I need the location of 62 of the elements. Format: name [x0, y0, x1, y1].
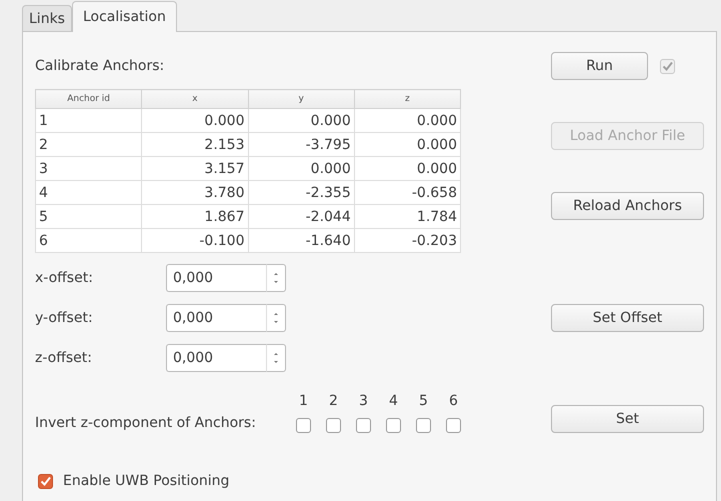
reload-anchors-button[interactable]: Reload Anchors: [551, 192, 704, 220]
table-cell: 0.000: [354, 132, 460, 156]
run-button[interactable]: Run: [551, 52, 648, 80]
table-cell: -2.044: [248, 204, 354, 228]
number-field[interactable]: 0,000: [166, 264, 267, 292]
column-header: y: [248, 90, 354, 108]
column-header: z: [354, 90, 460, 108]
table-cell: 3.157: [142, 156, 248, 180]
table-cell: 6: [36, 228, 142, 252]
table-cell: 1: [36, 108, 142, 132]
table-cell: -0.100: [142, 228, 248, 252]
checkbox[interactable]: [38, 474, 53, 488]
set-button[interactable]: Set: [551, 405, 704, 433]
number-field[interactable]: 0,000: [166, 344, 267, 372]
tab[interactable]: Links: [22, 5, 72, 31]
set-offset-button[interactable]: Set Offset: [551, 304, 704, 332]
table-cell: -0.203: [354, 228, 460, 252]
anchor-number: 5: [419, 393, 428, 409]
table-cell: -2.355: [248, 180, 354, 204]
table-cell: -3.795: [248, 132, 354, 156]
field-label: y-offset:: [35, 310, 94, 326]
tab[interactable]: Localisation: [72, 1, 177, 32]
field-label: z-offset:: [35, 350, 93, 366]
checkbox[interactable]: [356, 418, 371, 433]
spin-buttons[interactable]: [267, 304, 286, 332]
spin-arrows-icon[interactable]: [272, 271, 280, 285]
anchor-number: 3: [359, 393, 368, 409]
table-cell: 2.153: [142, 132, 248, 156]
checkbox[interactable]: [386, 418, 401, 433]
table-cell: 2: [36, 132, 142, 156]
table-cell: 4: [36, 180, 142, 204]
table-cell: -1.640: [248, 228, 354, 252]
section-label: Calibrate Anchors:: [35, 58, 164, 74]
column-header: Anchor id: [36, 90, 142, 108]
checkbox-label: Enable UWB Positioning: [63, 473, 230, 489]
spin-buttons[interactable]: [267, 264, 286, 292]
table-cell: 1.784: [354, 204, 460, 228]
field-label: Invert z-component of Anchors:: [35, 415, 257, 433]
field-label: x-offset:: [35, 270, 94, 286]
table-cell: 1.867: [142, 204, 248, 228]
table-cell: 0.000: [354, 108, 460, 132]
checkbox[interactable]: [296, 418, 311, 433]
spin-arrows-icon[interactable]: [272, 311, 280, 325]
table-cell: 0.000: [354, 156, 460, 180]
table-cell: 3: [36, 156, 142, 180]
anchor-number: 1: [299, 393, 308, 409]
table-cell: 0.000: [248, 108, 354, 132]
checkbox[interactable]: [416, 418, 431, 433]
table-cell: -0.658: [354, 180, 460, 204]
anchor-number: 6: [449, 393, 458, 409]
column-header: x: [142, 90, 248, 108]
spin-buttons[interactable]: [267, 344, 286, 372]
table-cell: 3.780: [142, 180, 248, 204]
spin-arrows-icon[interactable]: [272, 351, 280, 365]
anchor-number: 4: [389, 393, 398, 409]
table-cell: 5: [36, 204, 142, 228]
checkbox[interactable]: [446, 418, 461, 433]
checkbox[interactable]: [326, 418, 341, 433]
anchor-number: 2: [329, 393, 338, 409]
table-cell: 0.000: [142, 108, 248, 132]
number-field[interactable]: 0,000: [166, 304, 267, 332]
table-cell: 0.000: [248, 156, 354, 180]
